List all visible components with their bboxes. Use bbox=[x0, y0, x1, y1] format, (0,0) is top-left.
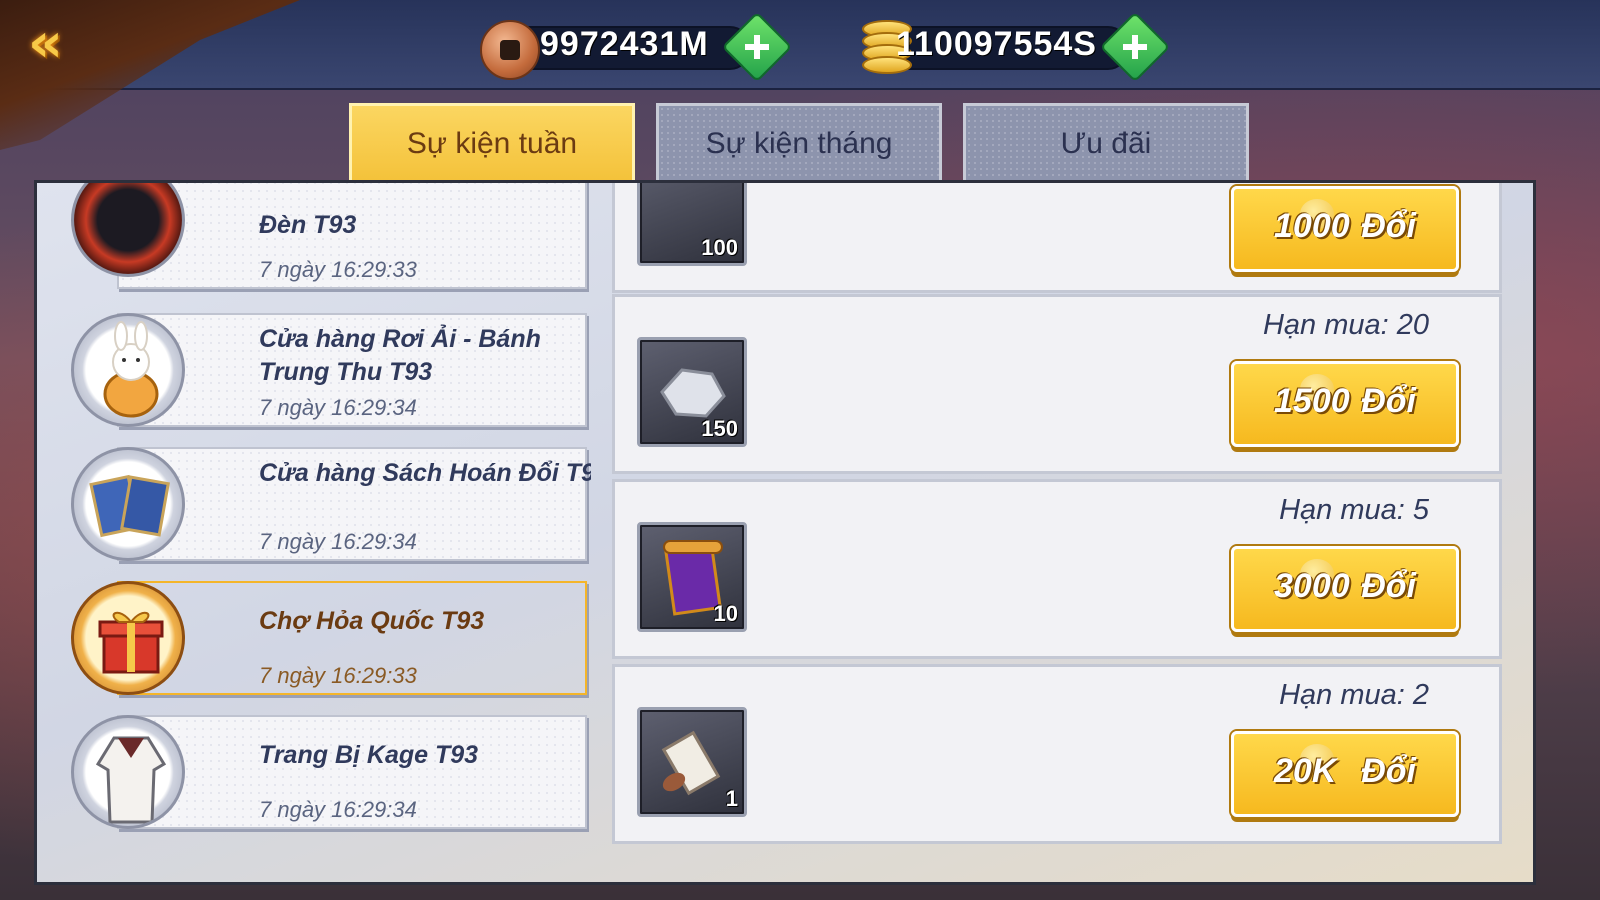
event-card: Đèn T93 7 ngày 16:29:33 bbox=[117, 183, 587, 289]
coin-value: 9972431M bbox=[540, 25, 709, 63]
gold-value: 110097554S bbox=[896, 25, 1097, 63]
kage-robe-icon bbox=[71, 715, 185, 829]
shop-row: 1 Hạn mua: 2 20K Đổi bbox=[612, 664, 1502, 844]
back-icon[interactable]: « bbox=[28, 16, 98, 72]
purchase-limit: Hạn mua: 2 bbox=[1279, 679, 1429, 711]
shop-row: 100 1000 Đổi bbox=[612, 183, 1502, 293]
rabbit-mooncake-icon bbox=[71, 313, 185, 427]
item-slot[interactable]: 10 bbox=[637, 522, 747, 632]
event-title: Cửa hàng Sách Hoán Đổi T93 bbox=[259, 459, 591, 487]
event-time: 7 ngày 16:29:34 bbox=[259, 797, 417, 822]
event-item-fire-market[interactable]: Chợ Hỏa Quốc T93 7 ngày 16:29:33 bbox=[71, 581, 591, 699]
event-item-lantern[interactable]: Đèn T93 7 ngày 16:29:33 bbox=[71, 183, 591, 295]
event-item-book[interactable]: Cửa hàng Sách Hoán Đổi T93 7 ngày 16:29:… bbox=[71, 447, 591, 565]
event-card-selected: Chợ Hỏa Quốc T93 7 ngày 16:29:33 bbox=[117, 581, 587, 695]
event-item-mooncake[interactable]: Cửa hàng Rơi Ải - Bánh Trung Thu T93 7 n… bbox=[71, 313, 591, 431]
item-count: 1 bbox=[725, 786, 738, 811]
gift-box-icon bbox=[71, 581, 185, 695]
event-title: Đèn T93 bbox=[259, 211, 357, 239]
purchase-limit: Hạn mua: 5 bbox=[1279, 494, 1429, 526]
exchange-label: Đổi bbox=[1361, 207, 1416, 245]
event-time: 7 ngày 16:29:34 bbox=[259, 395, 417, 420]
event-card: Trang Bị Kage T93 7 ngày 16:29:34 bbox=[117, 715, 587, 829]
book-icon bbox=[71, 447, 185, 561]
item-slot[interactable]: 100 bbox=[637, 183, 747, 266]
purchase-limit: Hạn mua: 20 bbox=[1262, 309, 1429, 341]
exchange-button[interactable]: 1000 Đổi bbox=[1231, 186, 1459, 272]
item-count: 10 bbox=[713, 601, 738, 626]
item-count: 150 bbox=[701, 416, 738, 441]
price: 20K bbox=[1274, 752, 1337, 790]
event-title: Trang Bị Kage T93 bbox=[259, 741, 479, 769]
price: 1000 bbox=[1274, 207, 1350, 245]
price: 3000 bbox=[1274, 567, 1350, 605]
gold-currency: 110097554S bbox=[858, 11, 1171, 83]
item-count: 100 bbox=[701, 235, 738, 260]
exchange-button[interactable]: 3000 Đổi bbox=[1231, 546, 1459, 632]
exchange-button[interactable]: 1500 Đổi bbox=[1231, 361, 1459, 447]
event-card: Cửa hàng Sách Hoán Đổi T93 7 ngày 16:29:… bbox=[117, 447, 591, 561]
event-title: Chợ Hỏa Quốc T93 bbox=[259, 607, 485, 635]
tab-monthly-events[interactable]: Sự kiện tháng bbox=[656, 103, 942, 181]
event-title: Cửa hàng Rơi Ải - Bánh Trung Thu T93 bbox=[259, 325, 541, 386]
tab-weekly-events[interactable]: Sự kiện tuần bbox=[349, 103, 635, 181]
event-time: 7 ngày 16:29:33 bbox=[259, 663, 417, 688]
exchange-label: Đổi bbox=[1361, 382, 1416, 420]
shop-row: 10 Hạn mua: 5 3000 Đổi bbox=[612, 479, 1502, 659]
event-card: Cửa hàng Rơi Ải - Bánh Trung Thu T93 7 n… bbox=[117, 313, 587, 427]
event-time: 7 ngày 16:29:33 bbox=[259, 257, 417, 282]
copper-coin-icon bbox=[480, 20, 540, 80]
tab-offers[interactable]: Ưu đãi bbox=[963, 103, 1249, 181]
price: 1500 bbox=[1274, 382, 1350, 420]
coin-currency: 9972431M bbox=[480, 11, 793, 83]
exchange-label: Đổi bbox=[1361, 567, 1416, 605]
event-time: 7 ngày 16:29:34 bbox=[259, 529, 417, 554]
item-slot[interactable]: 1 bbox=[637, 707, 747, 817]
exchange-label: Đổi bbox=[1361, 752, 1416, 790]
event-list: Đèn T93 7 ngày 16:29:33 Cửa hàng Rơi Ải … bbox=[71, 183, 591, 833]
event-item-kage-gear[interactable]: Trang Bị Kage T93 7 ngày 16:29:34 bbox=[71, 715, 591, 833]
item-slot[interactable]: 150 bbox=[637, 337, 747, 447]
main-panel: Đèn T93 7 ngày 16:29:33 Cửa hàng Rơi Ải … bbox=[34, 180, 1536, 885]
exchange-button[interactable]: 20K Đổi bbox=[1231, 731, 1459, 817]
shop-row: 150 Hạn mua: 20 1500 Đổi bbox=[612, 294, 1502, 474]
